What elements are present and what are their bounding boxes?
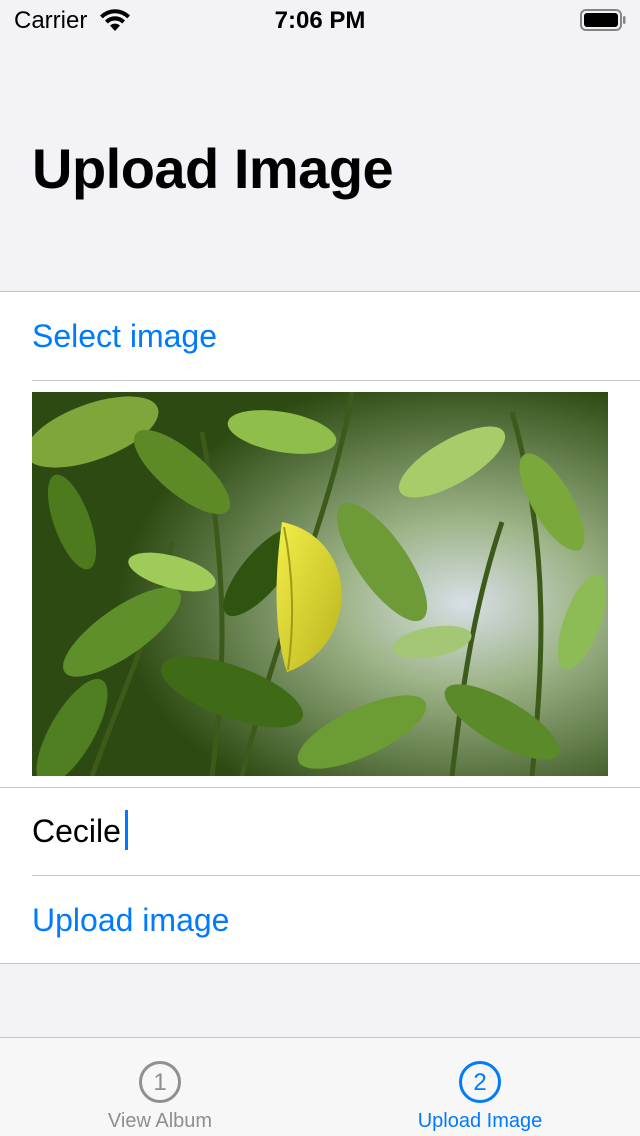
selected-image-preview	[32, 392, 608, 776]
tab-bar: 1 View Album 2 Upload Image	[0, 1037, 640, 1136]
tab-view-album[interactable]: 1 View Album	[0, 1038, 320, 1136]
tab-label: View Album	[107, 1110, 213, 1132]
clock-time: 7:06 PM	[274, 7, 366, 34]
name-row	[32, 788, 640, 875]
image-name-input[interactable]	[32, 813, 592, 850]
svg-text:2: 2	[473, 1069, 486, 1096]
select-image-button[interactable]: Select image	[32, 292, 640, 380]
svg-text:1: 1	[153, 1069, 166, 1096]
row-separator	[32, 380, 640, 381]
text-caret	[125, 810, 128, 850]
number-1-circle-icon: 1	[138, 1060, 182, 1104]
upload-form: Select image Cecile Upload image	[0, 291, 640, 964]
tab-label: Upload Image	[417, 1110, 543, 1132]
tab-upload-image[interactable]: 2 Upload Image	[320, 1038, 640, 1136]
upload-image-button[interactable]: Upload image	[32, 876, 640, 964]
page-title: Upload Image	[32, 137, 394, 200]
battery-icon	[580, 9, 626, 31]
number-2-circle-icon: 2	[458, 1060, 502, 1104]
status-bar: Carrier 7:06 PM	[0, 0, 640, 40]
